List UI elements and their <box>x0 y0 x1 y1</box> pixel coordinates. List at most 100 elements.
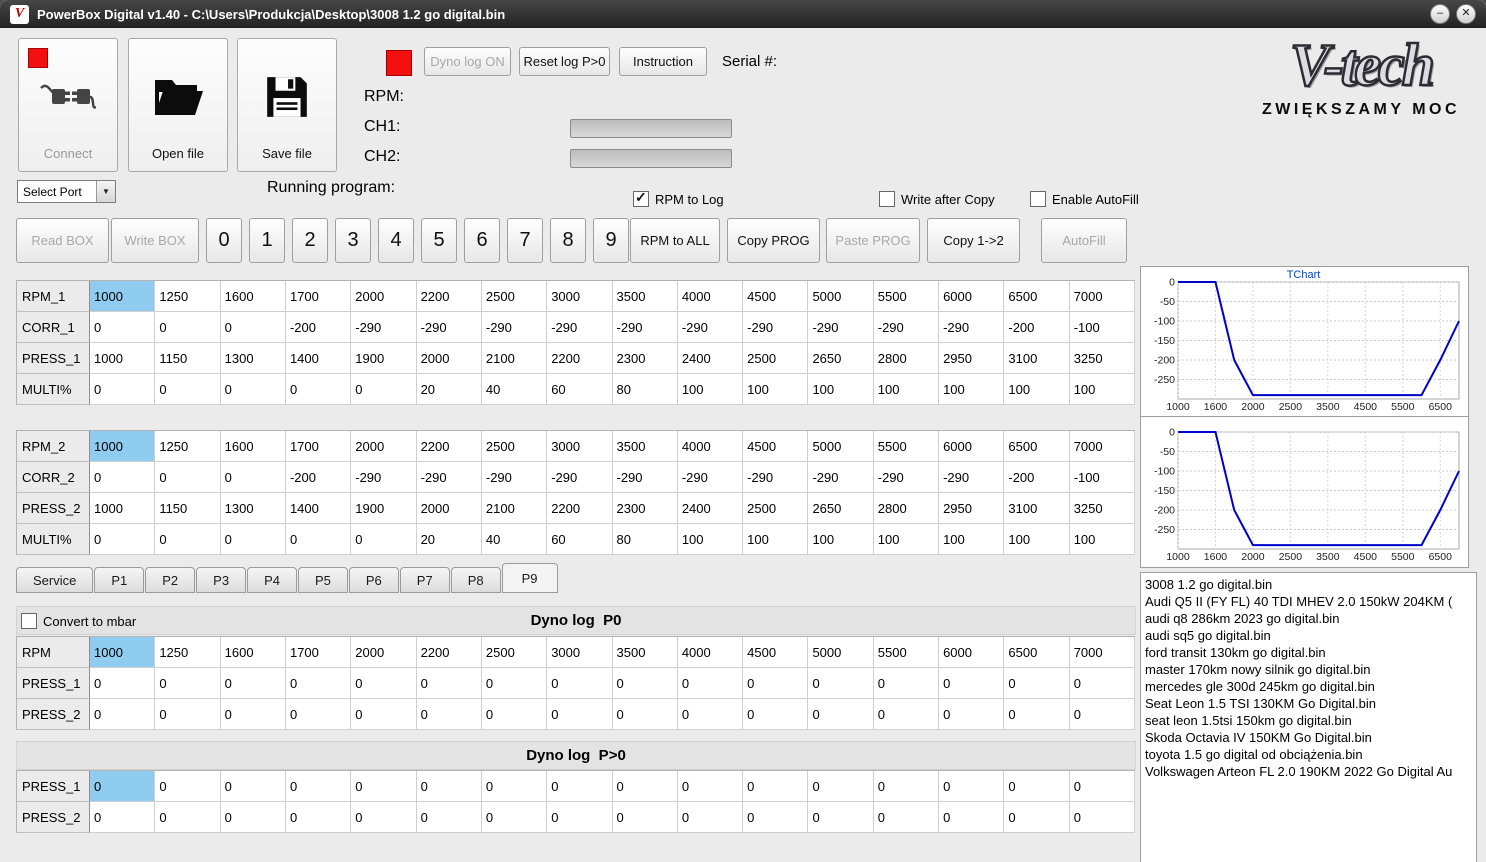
table-cell[interactable]: 1000 <box>90 343 156 374</box>
table-cell[interactable]: 7000 <box>1069 431 1135 462</box>
table-cell[interactable]: 60 <box>547 374 613 405</box>
tab-p9[interactable]: P9 <box>501 563 558 593</box>
table-cell[interactable]: 0 <box>873 802 940 833</box>
table-cell[interactable]: 0 <box>90 668 156 699</box>
table-cell[interactable]: 0 <box>155 312 221 343</box>
table-cell[interactable]: 0 <box>351 374 417 405</box>
checkbox-box[interactable] <box>21 613 37 629</box>
table-cell[interactable]: 0 <box>547 771 613 802</box>
table-cell[interactable]: 0 <box>1004 771 1070 802</box>
tab-p2[interactable]: P2 <box>145 567 196 593</box>
table-cell[interactable]: 0 <box>677 668 744 699</box>
table-cell[interactable]: 0 <box>1069 802 1135 833</box>
table-cell[interactable]: 0 <box>416 771 482 802</box>
table-cell[interactable]: -290 <box>808 462 874 493</box>
table-cell[interactable]: 0 <box>808 802 874 833</box>
table-cell[interactable]: 0 <box>220 462 286 493</box>
file-list-item[interactable]: master 170km nowy silnik go digital.bin <box>1145 661 1472 678</box>
table-cell[interactable]: 80 <box>612 524 678 555</box>
file-list-item[interactable]: Skoda Octavia IV 150KM Go Digital.bin <box>1145 729 1472 746</box>
table-cell[interactable]: 0 <box>90 699 156 730</box>
table-cell[interactable]: 0 <box>416 668 482 699</box>
table-cell[interactable]: 0 <box>220 771 286 802</box>
table-cell[interactable]: 0 <box>481 668 548 699</box>
tab-p3[interactable]: P3 <box>196 567 247 593</box>
copy-1-to-2-button[interactable]: Copy 1->2 <box>927 218 1020 263</box>
table-cell[interactable]: 0 <box>481 771 548 802</box>
table-cell[interactable]: 2400 <box>677 343 744 374</box>
table-cell[interactable]: 0 <box>939 699 1005 730</box>
table-cell[interactable]: 0 <box>90 312 156 343</box>
table-cell[interactable]: 100 <box>808 374 874 405</box>
table-cell[interactable]: 0 <box>808 668 874 699</box>
table-cell[interactable]: 40 <box>481 524 548 555</box>
table-cell[interactable]: 0 <box>677 771 744 802</box>
select-port-dropdown[interactable]: Select Port ▼ <box>17 180 116 203</box>
table-cell[interactable]: 0 <box>873 699 940 730</box>
table-cell[interactable]: 2950 <box>939 343 1005 374</box>
table-cell[interactable]: 0 <box>612 771 678 802</box>
table-cell[interactable]: -100 <box>1069 462 1135 493</box>
table-cell[interactable]: 1900 <box>351 343 417 374</box>
table-cell[interactable]: 0 <box>1004 668 1070 699</box>
table-cell[interactable]: 6500 <box>1004 281 1070 312</box>
table-cell[interactable]: 0 <box>285 802 352 833</box>
table-cell[interactable]: -200 <box>1004 312 1070 343</box>
table-cell[interactable]: 100 <box>677 374 744 405</box>
table-cell[interactable]: -290 <box>612 312 678 343</box>
table-cell[interactable]: -290 <box>612 462 678 493</box>
table-cell[interactable]: 0 <box>743 699 809 730</box>
minimize-button[interactable]: – <box>1430 4 1450 24</box>
table-cell[interactable]: 0 <box>351 771 417 802</box>
table-cell[interactable]: 0 <box>285 524 352 555</box>
table-cell[interactable]: 1600 <box>220 281 286 312</box>
table-cell[interactable]: 100 <box>743 524 809 555</box>
table-cell[interactable]: 2300 <box>612 493 678 524</box>
connect-button[interactable]: Connect <box>18 38 118 172</box>
table-cell[interactable]: 0 <box>677 699 744 730</box>
table-cell[interactable]: 0 <box>939 668 1005 699</box>
table-cell[interactable]: 80 <box>612 374 678 405</box>
table-cell[interactable]: 100 <box>873 524 940 555</box>
table-cell[interactable]: 0 <box>873 771 940 802</box>
table-cell[interactable]: -290 <box>547 462 613 493</box>
reset-log-button[interactable]: Reset log P>0 <box>519 47 610 76</box>
table-cell[interactable]: 0 <box>90 771 156 802</box>
table-cell[interactable]: 4500 <box>743 637 809 668</box>
table-cell[interactable]: 100 <box>677 524 744 555</box>
table-cell[interactable]: 0 <box>155 462 221 493</box>
table-cell[interactable]: 100 <box>1004 524 1070 555</box>
table-cell[interactable]: -290 <box>416 312 482 343</box>
table-cell[interactable]: 6000 <box>939 637 1005 668</box>
tab-p7[interactable]: P7 <box>399 567 450 593</box>
digit-button-5[interactable]: 5 <box>421 218 457 263</box>
table-cell[interactable]: -290 <box>743 312 809 343</box>
file-list-item[interactable]: Volkswagen Arteon FL 2.0 190KM 2022 Go D… <box>1145 763 1472 780</box>
table-cell[interactable]: 0 <box>939 802 1005 833</box>
table-cell[interactable]: 0 <box>155 771 221 802</box>
table-cell[interactable]: 20 <box>416 524 482 555</box>
table-cell[interactable]: 3500 <box>612 431 678 462</box>
table-cell[interactable]: 0 <box>155 699 221 730</box>
file-list-item[interactable]: toyota 1.5 go digital od obciążenia.bin <box>1145 746 1472 763</box>
table-cell[interactable]: -290 <box>416 462 482 493</box>
table-cell[interactable]: 2300 <box>612 343 678 374</box>
table-cell[interactable]: 2200 <box>416 281 482 312</box>
table-cell[interactable]: 0 <box>155 802 221 833</box>
table-cell[interactable]: -290 <box>743 462 809 493</box>
tab-service[interactable]: Service <box>16 567 94 593</box>
table-cell[interactable]: 100 <box>743 374 809 405</box>
table-cell[interactable]: 0 <box>612 802 678 833</box>
copy-prog-button[interactable]: Copy PROG <box>727 218 820 263</box>
table-cell[interactable]: 0 <box>220 802 286 833</box>
table-cell[interactable]: 3000 <box>547 637 613 668</box>
table-cell[interactable]: 2500 <box>481 431 548 462</box>
checkbox-box[interactable] <box>879 191 895 207</box>
table-cell[interactable]: 0 <box>873 668 940 699</box>
table-cell[interactable]: -200 <box>285 312 352 343</box>
table-cell[interactable]: -290 <box>351 312 417 343</box>
table-cell[interactable]: 0 <box>808 771 874 802</box>
table-cell[interactable]: 2400 <box>677 493 744 524</box>
table-cell[interactable]: -290 <box>481 312 548 343</box>
table-cell[interactable]: 0 <box>1069 699 1135 730</box>
